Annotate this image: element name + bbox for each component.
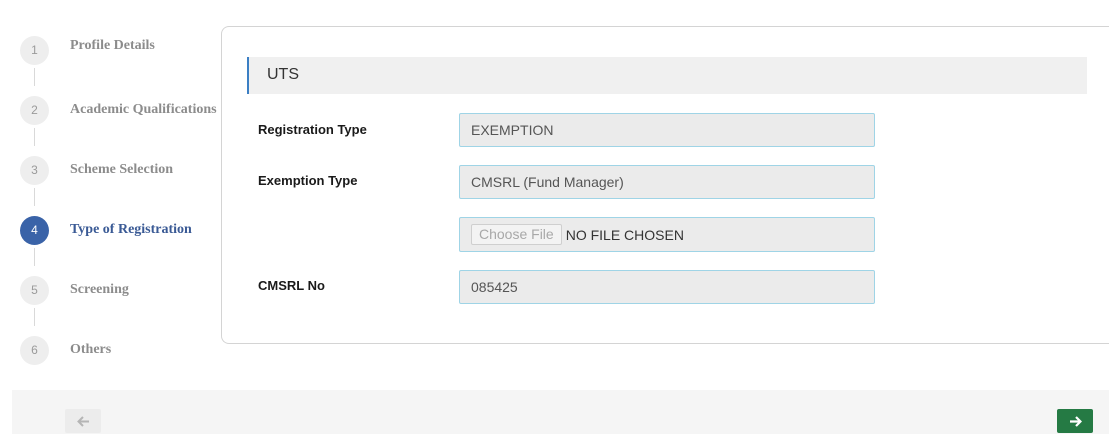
step-type-of-registration[interactable]: 4 Type of Registration <box>20 214 230 246</box>
step-connector <box>34 188 35 206</box>
arrow-left-icon <box>76 415 89 427</box>
choose-file-button[interactable]: Choose File <box>471 224 562 245</box>
exemption-type-field[interactable]: CMSRL (Fund Manager) <box>459 165 875 199</box>
step-label: Profile Details <box>70 38 155 53</box>
step-number: 4 <box>20 215 49 245</box>
cmsrl-no-label: CMSRL No <box>258 278 325 293</box>
registration-panel: UTS Registration Type EXEMPTION Exemptio… <box>221 26 1109 344</box>
section-header: UTS <box>247 57 1087 94</box>
step-connector <box>34 68 35 86</box>
registration-stepper: 1 Profile Details 2 Academic Qualificati… <box>20 0 230 380</box>
file-status: NO FILE CHOSEN <box>565 226 684 243</box>
step-screening[interactable]: 5 Screening <box>20 274 230 306</box>
step-scheme-selection[interactable]: 3 Scheme Selection <box>20 154 230 186</box>
step-number: 6 <box>20 335 49 365</box>
step-number: 2 <box>20 95 49 125</box>
registration-type-label: Registration Type <box>258 122 367 137</box>
step-academic-qualifications[interactable]: 2 Academic Qualifications <box>20 94 230 126</box>
step-label: Scheme Selection <box>70 162 174 177</box>
section-title: UTS <box>267 66 299 83</box>
step-connector <box>34 128 35 146</box>
step-number: 5 <box>20 275 49 305</box>
step-number: 3 <box>20 155 49 185</box>
step-others[interactable]: 6 Others <box>20 334 230 366</box>
step-label: Academic Qualifications <box>70 102 217 117</box>
step-number: 1 <box>20 35 49 65</box>
cmsrl-no-field[interactable]: 085425 <box>459 270 875 304</box>
registration-type-field[interactable]: EXEMPTION <box>459 113 875 147</box>
exemption-type-label: Exemption Type <box>258 173 358 188</box>
step-connector <box>34 308 35 326</box>
previous-button[interactable] <box>65 409 101 433</box>
next-button[interactable] <box>1057 409 1093 433</box>
step-label: Others <box>70 342 112 357</box>
step-label: Screening <box>70 282 129 297</box>
file-upload-field: Choose File NO FILE CHOSEN <box>459 217 875 252</box>
step-label: Type of Registration <box>70 222 192 237</box>
step-profile-details[interactable]: 1 Profile Details <box>20 34 230 66</box>
arrow-right-icon <box>1069 415 1082 427</box>
step-connector <box>34 248 35 266</box>
